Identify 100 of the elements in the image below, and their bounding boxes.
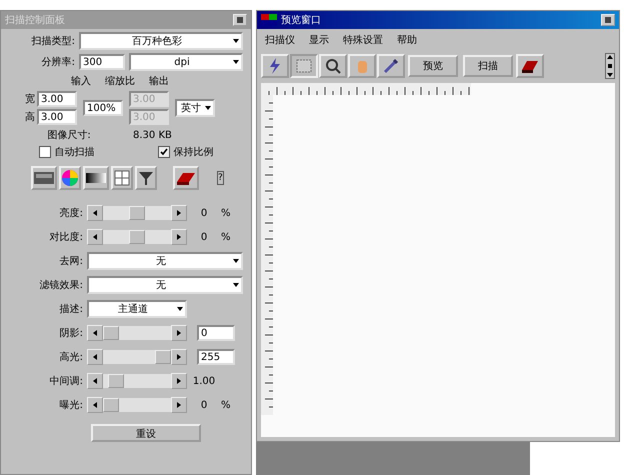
channel-dropdown[interactable]: 主通道: [87, 300, 187, 318]
panel-title: 扫描控制面板: [5, 14, 65, 27]
color-button[interactable]: [59, 166, 81, 190]
unit-label: %: [221, 208, 231, 218]
caret-icon: [233, 259, 239, 263]
units-dropdown[interactable]: 英寸: [175, 99, 215, 117]
left-triangle-icon: [92, 378, 98, 384]
slider[interactable]: [87, 229, 187, 245]
right-arrow-button[interactable]: [171, 229, 187, 245]
filter-button[interactable]: [135, 166, 157, 190]
width-label: 宽: [25, 92, 35, 106]
right-triangle-icon: [176, 210, 182, 216]
toolbar-text-button[interactable]: 扫描: [463, 55, 513, 77]
right-arrow-button[interactable]: [171, 205, 187, 221]
close-icon: [236, 16, 244, 24]
menu-item[interactable]: 帮助: [397, 33, 417, 47]
menu-item[interactable]: 特殊设置: [343, 33, 383, 47]
zoom-button[interactable]: [319, 54, 347, 78]
slider[interactable]: [87, 373, 187, 389]
height-label: 高: [25, 110, 35, 124]
slider[interactable]: [87, 397, 187, 413]
resolution-field[interactable]: 300: [79, 54, 125, 70]
setting-label: 对比度:: [48, 230, 83, 244]
right-arrow-button[interactable]: [171, 325, 187, 341]
grid-icon: [113, 169, 131, 187]
checkbox[interactable]: [158, 146, 170, 158]
spin-control-icon[interactable]: [605, 53, 615, 79]
right-triangle-icon: [176, 330, 182, 336]
left-arrow-button[interactable]: [87, 349, 103, 365]
height-field[interactable]: 3.00: [37, 109, 77, 125]
selection-icon: [295, 57, 313, 75]
scanner-tool-button[interactable]: [261, 54, 289, 78]
slider-thumb[interactable]: [103, 398, 119, 412]
image-icon: [33, 170, 55, 186]
unit-label: %: [221, 400, 231, 410]
grid-button[interactable]: [111, 166, 133, 190]
slider[interactable]: [87, 205, 187, 221]
image-size-value: 8.30 KB: [133, 130, 172, 140]
scan-type-dropdown[interactable]: 百万种色彩: [79, 32, 243, 50]
setting-label: 高光:: [58, 350, 83, 364]
image-tool-button[interactable]: [31, 166, 57, 190]
app-icon: [261, 14, 277, 26]
column-heading: 缩放比: [105, 74, 135, 88]
checkbox[interactable]: [38, 146, 50, 158]
column-heading: 输入: [71, 74, 91, 88]
slider[interactable]: [87, 325, 187, 341]
funnel-icon: [137, 169, 155, 187]
menu-item[interactable]: 扫描仪: [265, 33, 295, 47]
gradient-button[interactable]: [83, 166, 109, 190]
width-field[interactable]: 3.00: [37, 91, 77, 107]
right-arrow-button[interactable]: [171, 349, 187, 365]
right-arrow-button[interactable]: [171, 397, 187, 413]
setting-dropdown[interactable]: 无: [87, 276, 243, 294]
value-field[interactable]: 0: [197, 325, 235, 341]
scanner-button[interactable]: [516, 54, 544, 78]
close-button[interactable]: [601, 14, 615, 26]
setting-label: 滤镜效果:: [38, 278, 83, 292]
menu-item[interactable]: 显示: [309, 33, 329, 47]
slider-reading: 0: [200, 208, 208, 218]
slider-thumb[interactable]: [108, 374, 124, 388]
scanner-button[interactable]: [173, 166, 199, 190]
left-triangle-icon: [92, 210, 98, 216]
left-arrow-button[interactable]: [87, 229, 103, 245]
toolbar-text-button[interactable]: 预览: [408, 55, 458, 77]
right-triangle-icon: [176, 378, 182, 384]
left-triangle-icon: [92, 402, 98, 408]
left-triangle-icon: [92, 330, 98, 336]
eyedropper-button[interactable]: [377, 54, 405, 78]
unit-label: %: [221, 232, 231, 242]
slider-reading: 1.00: [192, 376, 216, 386]
reset-button[interactable]: 重设: [91, 424, 201, 442]
scale-field[interactable]: 100%: [83, 100, 123, 116]
slider-thumb[interactable]: [155, 350, 171, 364]
close-button[interactable]: [233, 14, 247, 26]
slider-thumb[interactable]: [129, 206, 145, 220]
checkbox-option[interactable]: 自动扫描: [38, 145, 94, 159]
caret-icon: [177, 307, 183, 311]
left-arrow-button[interactable]: [87, 397, 103, 413]
unit-dropdown[interactable]: dpi: [129, 53, 243, 71]
left-arrow-button[interactable]: [87, 205, 103, 221]
left-arrow-button[interactable]: [87, 325, 103, 341]
setting-label: 亮度:: [58, 206, 83, 220]
value-field[interactable]: 255: [197, 349, 235, 365]
eyedropper-icon: [382, 57, 400, 75]
help-button[interactable]: ?: [217, 171, 224, 185]
image-size-label: 图像尺寸:: [46, 128, 92, 142]
left-arrow-button[interactable]: [87, 373, 103, 389]
slider[interactable]: [87, 349, 187, 365]
select-tool-button[interactable]: [290, 54, 318, 78]
right-triangle-icon: [176, 354, 182, 360]
resolution-label: 分辨率:: [40, 56, 75, 69]
slider-reading: 0: [200, 400, 208, 410]
caret-icon: [205, 106, 211, 110]
slider-thumb[interactable]: [103, 326, 119, 340]
setting-dropdown[interactable]: 无: [87, 252, 243, 270]
slider-thumb[interactable]: [129, 230, 145, 244]
right-arrow-button[interactable]: [171, 373, 187, 389]
checkbox-option[interactable]: 保持比例: [158, 145, 214, 159]
window-title: 预览窗口: [281, 14, 322, 27]
setting-label: 阴影:: [58, 327, 83, 340]
